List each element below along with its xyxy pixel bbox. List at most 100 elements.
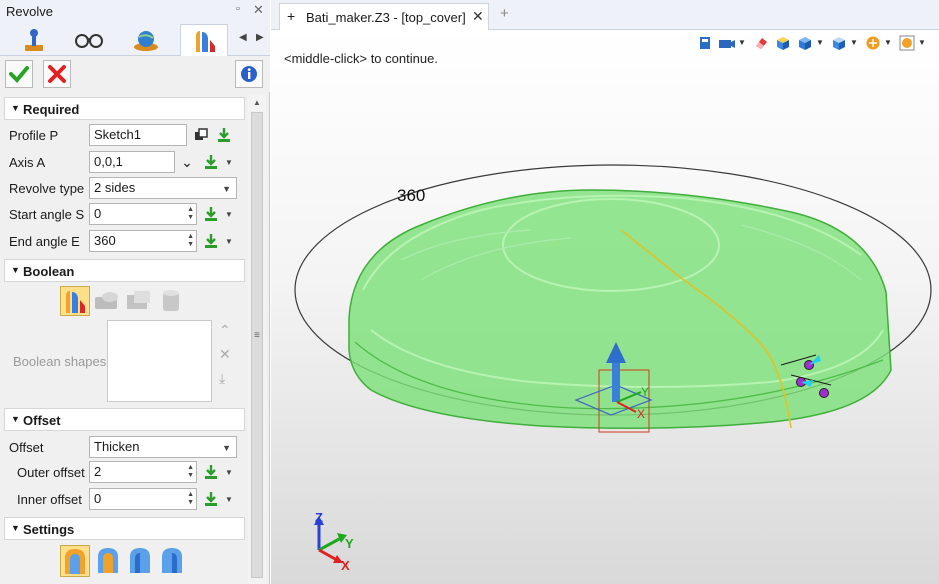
pin-icon[interactable]: ▫ — [236, 3, 240, 15]
x-icon — [48, 65, 66, 83]
axis-field[interactable]: 0,0,1 — [89, 151, 175, 173]
offset-section-header[interactable]: ▼ Offset — [4, 408, 245, 431]
double-chevron-down-icon[interactable]: ⌄ — [178, 153, 196, 171]
boolean-shapes-list[interactable] — [107, 320, 212, 402]
pick-shape-icon[interactable]: ⤓ — [219, 370, 225, 387]
spinner-icon[interactable]: ▲ ▼ — [187, 233, 194, 249]
panel-title-bar: Revolve ▫ ✕ — [0, 0, 270, 22]
boolean-add-button[interactable] — [92, 287, 122, 315]
profile-label: Profile P — [9, 128, 59, 143]
outer-offset-input[interactable]: 2 ▲ ▼ — [89, 461, 197, 483]
shape-option-icon — [162, 548, 182, 573]
end-angle-dropdown-icon[interactable]: ▼ — [225, 237, 233, 246]
revolve-type-select[interactable]: 2 sides ▼ — [89, 177, 237, 199]
shape-option-icon — [130, 548, 150, 573]
end-angle-input[interactable]: 360 ▲ ▼ — [89, 230, 197, 252]
settings-section-header[interactable]: ▼ Settings — [4, 517, 245, 540]
new-tab-icon[interactable]: + — [500, 5, 509, 22]
boolean-shapes-label: Boolean shapes — [13, 354, 107, 369]
remove-shape-icon[interactable]: ✕ — [219, 346, 231, 363]
tab-revolve[interactable] — [180, 24, 228, 56]
offset-select[interactable]: Thicken ▼ — [89, 436, 237, 458]
3d-canvas[interactable]: <middle-click> to continue. ▼ ▼ ▼ ▼ ▼ Y … — [271, 30, 939, 584]
collapse-triangle-icon: ▼ — [11, 103, 20, 113]
action-bar — [0, 56, 270, 92]
manip-y-label: Y — [641, 385, 649, 399]
boolean-intersect-button[interactable] — [156, 287, 186, 315]
chevron-down-icon: ▼ — [222, 443, 231, 453]
splitter-grip-icon[interactable]: ≡ — [254, 330, 260, 341]
start-angle-pick-icon[interactable] — [202, 205, 220, 223]
model-scene: Y X 360 Z Y X — [294, 164, 932, 573]
close-tab-icon[interactable]: ✕ — [472, 8, 484, 25]
revolve-feature-icon — [66, 291, 85, 313]
tab-globe[interactable] — [122, 24, 170, 56]
offset-value: Thicken — [94, 439, 140, 454]
outer-offset-dropdown-icon[interactable]: ▼ — [225, 468, 233, 477]
boolean-section-header[interactable]: ▼ Boolean — [4, 259, 245, 282]
scroll-up-icon[interactable]: ▲ — [253, 98, 261, 107]
graphics-viewport: + Bati_maker.Z3 - [top_cover] ✕ + <middl… — [271, 0, 939, 584]
handle-point — [819, 388, 829, 398]
collapse-triangle-icon: ▼ — [11, 265, 20, 275]
spinner-icon[interactable]: ▲ ▼ — [187, 206, 194, 222]
scrollbar-thumb[interactable] — [251, 112, 263, 578]
end-angle-value: 360 — [94, 233, 116, 248]
axis-options-dropdown-icon[interactable]: ▼ — [225, 158, 233, 167]
world-axis-triad: Z Y X — [314, 510, 354, 573]
offset-label: Offset — [9, 440, 44, 455]
outer-offset-pick-icon[interactable] — [202, 463, 220, 481]
revolve-feature-icon — [196, 30, 215, 52]
settings-option-4-button[interactable] — [158, 545, 188, 577]
outer-offset-label: Outer offset — [17, 465, 85, 480]
boolean-header-label: Boolean — [23, 264, 75, 279]
inner-offset-pick-icon[interactable] — [202, 490, 220, 508]
offset-header-label: Offset — [23, 413, 61, 428]
required-section-header[interactable]: ▼ Required — [4, 97, 245, 120]
info-button[interactable] — [235, 60, 263, 88]
copy-icon[interactable] — [192, 126, 210, 144]
boolean-remove-button[interactable] — [124, 287, 154, 315]
document-tab[interactable]: + Bati_maker.Z3 - [top_cover] ✕ — [279, 3, 489, 30]
inner-offset-value: 0 — [94, 491, 102, 506]
triad-x-label: X — [341, 558, 350, 573]
revolve-panel: Revolve ▫ ✕ ◀ ▶ ▼ Required Profile P Ske… — [0, 0, 270, 584]
shape-option-icon — [65, 549, 85, 574]
end-angle-pick-icon[interactable] — [202, 232, 220, 250]
tabs-right-arrow-icon[interactable]: ▶ — [256, 32, 264, 43]
checkmark-icon — [9, 66, 29, 83]
pick-arrow-icon[interactable] — [215, 126, 233, 144]
revolve-type-label: Revolve type — [9, 181, 85, 196]
start-angle-dropdown-icon[interactable]: ▼ — [225, 210, 233, 219]
start-angle-label: Start angle S — [9, 207, 85, 222]
axis-pick-arrow-icon[interactable] — [202, 153, 220, 171]
spinner-icon[interactable]: ▲ ▼ — [187, 491, 194, 507]
chevron-down-icon: ▼ — [222, 184, 231, 194]
settings-header-label: Settings — [23, 522, 75, 537]
boolean-base-button[interactable] — [60, 286, 90, 316]
spinner-icon[interactable]: ▲ ▼ — [187, 464, 194, 480]
start-angle-input[interactable]: 0 ▲ ▼ — [89, 203, 197, 225]
shape-option-icon — [98, 548, 118, 573]
cancel-button[interactable] — [43, 60, 71, 88]
settings-option-2-button[interactable] — [94, 545, 124, 577]
settings-option-1-button[interactable] — [60, 545, 90, 577]
angle-dimension-label: 360 — [397, 186, 425, 205]
tabs-left-arrow-icon[interactable]: ◀ — [239, 32, 247, 43]
document-tab-label: Bati_maker.Z3 - [top_cover] — [306, 10, 466, 25]
inner-offset-dropdown-icon[interactable]: ▼ — [225, 495, 233, 504]
tab-glasses[interactable] — [65, 24, 113, 56]
info-icon — [241, 66, 257, 82]
manip-x-label: X — [637, 407, 645, 421]
inner-offset-input[interactable]: 0 ▲ ▼ — [89, 488, 197, 510]
ok-button[interactable] — [5, 60, 33, 88]
panel-title: Revolve — [6, 4, 53, 19]
settings-option-3-button[interactable] — [126, 545, 156, 577]
move-up-icon[interactable]: ⌃ — [219, 322, 231, 339]
tab-joystick[interactable] — [10, 24, 58, 56]
close-panel-icon[interactable]: ✕ — [253, 2, 264, 18]
profile-field[interactable]: Sketch1 — [89, 124, 187, 146]
required-header-label: Required — [23, 102, 80, 117]
triad-z-label: Z — [315, 510, 323, 525]
collapse-triangle-icon: ▼ — [11, 414, 20, 424]
